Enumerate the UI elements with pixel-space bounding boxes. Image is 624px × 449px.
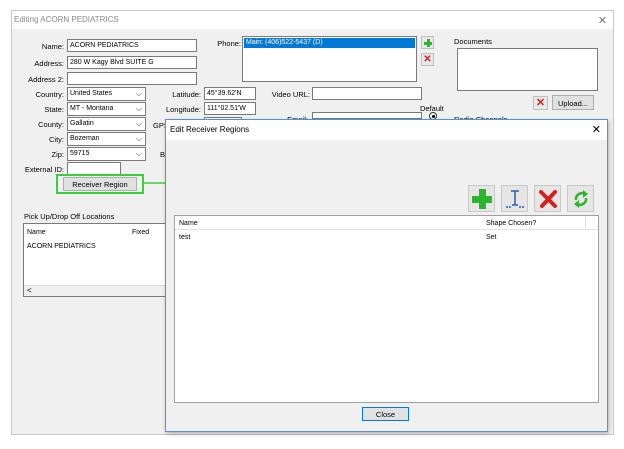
refresh-button[interactable] (567, 185, 594, 212)
state-select[interactable]: MT - Montana ⌵ (67, 102, 146, 116)
country-value: United States (70, 90, 113, 97)
latitude-label: Latitude: (172, 90, 201, 99)
dialog-title: Edit Receiver Regions (170, 125, 250, 134)
video-url-label: Video URL: (271, 90, 310, 99)
address2-field[interactable] (67, 72, 197, 85)
documents-list[interactable] (457, 48, 598, 91)
zip-label: Zip: (51, 150, 64, 159)
city-value: Bozeman (70, 135, 100, 142)
close-button[interactable]: Close (362, 407, 409, 421)
country-select[interactable]: United States ⌵ (67, 87, 146, 101)
regions-grid[interactable]: Name Shape Chosen? test Set (174, 215, 599, 403)
city-select[interactable]: Bozeman ⌵ (67, 132, 146, 146)
chevron-down-icon: ⌵ (135, 89, 142, 98)
window-titlebar: Editing ACORN PEDIATRICS ✕ (12, 11, 613, 29)
col-shape-chosen: Shape Chosen? (486, 220, 537, 227)
edit-shape-icon (506, 190, 524, 208)
address-label: Address: (34, 59, 64, 68)
longitude-label: Longitude: (165, 105, 201, 114)
phone-label: Phone: (217, 39, 241, 48)
table-row[interactable]: test Set (175, 232, 598, 244)
pickup-list[interactable]: Name Fixed ACORN PEDIATRICS < (23, 223, 181, 297)
delete-document-button[interactable]: ✕ (533, 96, 548, 110)
dialog-close-icon[interactable]: ✕ (592, 123, 601, 136)
city-label: City: (49, 135, 64, 144)
pickup-col-fixed: Fixed (132, 229, 150, 236)
dialog-titlebar: Edit Receiver Regions ✕ (166, 120, 607, 140)
name-field[interactable]: ACORN PEDIATRICS (67, 39, 197, 52)
row-name: test (179, 234, 191, 241)
delete-icon (539, 190, 557, 208)
window-title: Editing ACORN PEDIATRICS (14, 15, 119, 24)
upload-button[interactable]: Upload... (552, 95, 594, 110)
state-label: State: (44, 105, 64, 114)
edit-receiver-regions-dialog: Edit Receiver Regions ✕ Name Shape Chose… (165, 119, 608, 432)
latitude-field[interactable]: 45°39.62'N (204, 87, 256, 100)
list-item[interactable]: ACORN PEDIATRICS (27, 243, 96, 250)
zip-value: 59715 (70, 150, 90, 157)
longitude-field[interactable]: 111°02.51'W (204, 102, 256, 115)
documents-label: Documents (454, 37, 492, 46)
scroll-left-icon[interactable]: < (27, 286, 32, 295)
pickup-col-name: Name (27, 229, 46, 236)
phone-list[interactable]: Main: (406)522-5437 (D) (242, 36, 417, 82)
address-field[interactable]: 280 W Kagy Blvd SUITE G (67, 56, 197, 69)
edit-shape-button[interactable] (501, 185, 528, 212)
add-region-button[interactable] (468, 185, 495, 212)
country-label: Country: (35, 90, 64, 99)
window-close-icon[interactable]: ✕ (598, 14, 607, 27)
chevron-down-icon: ⌵ (135, 149, 142, 158)
zip-select[interactable]: 59715 ⌵ (67, 147, 146, 161)
delete-icon: ✕ (535, 97, 546, 109)
county-label: County: (38, 120, 64, 129)
grid-header: Name Shape Chosen? (175, 216, 598, 230)
refresh-icon (574, 190, 588, 208)
col-name: Name (179, 220, 198, 227)
add-phone-button[interactable] (421, 36, 434, 49)
state-value: MT - Montana (70, 105, 114, 112)
phone-list-item[interactable]: Main: (406)522-5437 (D) (244, 38, 415, 48)
email-field[interactable] (312, 112, 422, 119)
video-url-field[interactable] (312, 87, 422, 100)
receiver-region-button[interactable]: Receiver Region (63, 177, 137, 191)
delete-phone-button[interactable]: ✕ (421, 53, 434, 66)
pickup-scrollbar[interactable]: < (24, 285, 180, 296)
chevron-down-icon: ⌵ (135, 119, 142, 128)
chevron-down-icon: ⌵ (135, 104, 142, 113)
county-value: Gallatin (70, 120, 94, 127)
external-id-label: External ID: (24, 165, 64, 174)
delete-region-button[interactable] (534, 185, 561, 212)
chevron-down-icon: ⌵ (135, 134, 142, 143)
delete-icon: ✕ (423, 54, 432, 65)
row-shape-chosen: Set (486, 234, 497, 241)
address2-label: Address 2: (28, 75, 64, 84)
name-label: Name: (41, 42, 64, 51)
pickup-title: Pick Up/Drop Off Locations (24, 212, 115, 221)
county-select[interactable]: Gallatin ⌵ (67, 117, 146, 131)
